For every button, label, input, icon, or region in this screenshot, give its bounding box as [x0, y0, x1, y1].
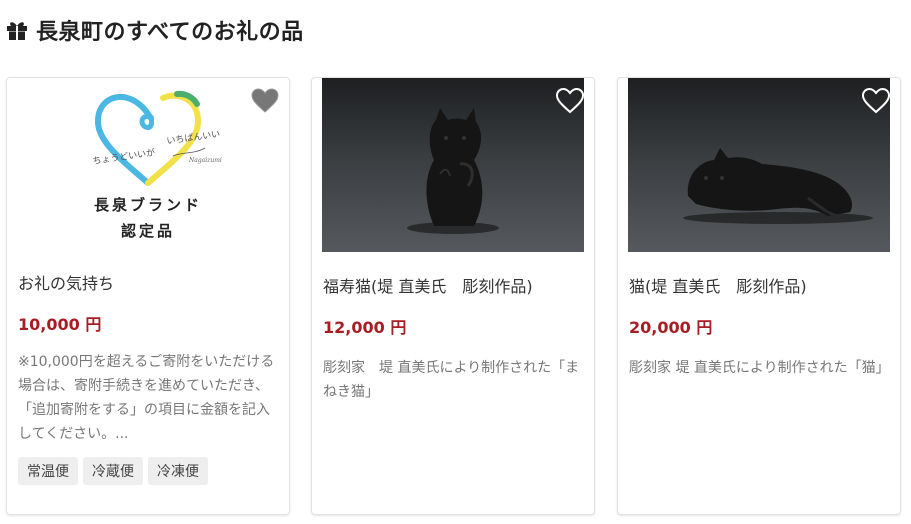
- tag-frozen: 冷凍便: [148, 457, 208, 485]
- product-card[interactable]: ちょうどいいが いちばんいい Nagaizumi 長泉ブランド 認定品 お礼の気…: [6, 77, 290, 515]
- gift-icon: [7, 22, 27, 40]
- favorite-heart-icon[interactable]: [251, 88, 279, 114]
- product-price: 10,000 円: [18, 315, 102, 334]
- product-title[interactable]: お礼の気持ち: [18, 270, 114, 294]
- product-image[interactable]: [628, 78, 890, 252]
- product-description: 彫刻家 堤 直美氏により制作された「猫」: [629, 360, 890, 376]
- product-description: 彫刻家 堤 直美氏により制作された「まねき猫」: [323, 360, 580, 400]
- favorite-heart-outline-icon[interactable]: [556, 88, 584, 114]
- product-price: 20,000 円: [629, 318, 713, 337]
- section-heading: 長泉町のすべてのお礼の品: [6, 14, 304, 46]
- brand-line1: 長泉ブランド: [93, 196, 202, 214]
- delivery-tags: 常温便 冷蔵便 冷凍便: [18, 457, 208, 485]
- section-title: 長泉町のすべてのお礼の品: [36, 20, 304, 45]
- product-title[interactable]: 福寿猫(堤 直美氏 彫刻作品): [323, 273, 533, 297]
- product-price: 12,000 円: [323, 318, 407, 337]
- svg-text:Nagaizumi: Nagaizumi: [188, 157, 222, 164]
- product-title[interactable]: 猫(堤 直美氏 彫刻作品): [629, 273, 807, 297]
- product-image[interactable]: [322, 78, 584, 252]
- product-card[interactable]: 福寿猫(堤 直美氏 彫刻作品) 12,000 円 彫刻家 堤 直美氏により制作さ…: [311, 77, 595, 515]
- sitting-cat-sculpture: [407, 108, 499, 234]
- favorite-heart-outline-icon[interactable]: [862, 88, 890, 114]
- tag-refrigerated: 冷蔵便: [83, 457, 143, 485]
- brand-line2: 認定品: [120, 222, 175, 240]
- lying-cat-sculpture: [683, 148, 873, 224]
- product-description: ※10,000円を超えるご寄附をいただける場合は、寄附手続きを進めていただき、「…: [18, 354, 275, 442]
- tag-ambient: 常温便: [18, 457, 78, 485]
- product-card[interactable]: 猫(堤 直美氏 彫刻作品) 20,000 円 彫刻家 堤 直美氏により制作された…: [617, 77, 901, 515]
- product-image[interactable]: ちょうどいいが いちばんいい Nagaizumi 長泉ブランド 認定品: [17, 78, 279, 252]
